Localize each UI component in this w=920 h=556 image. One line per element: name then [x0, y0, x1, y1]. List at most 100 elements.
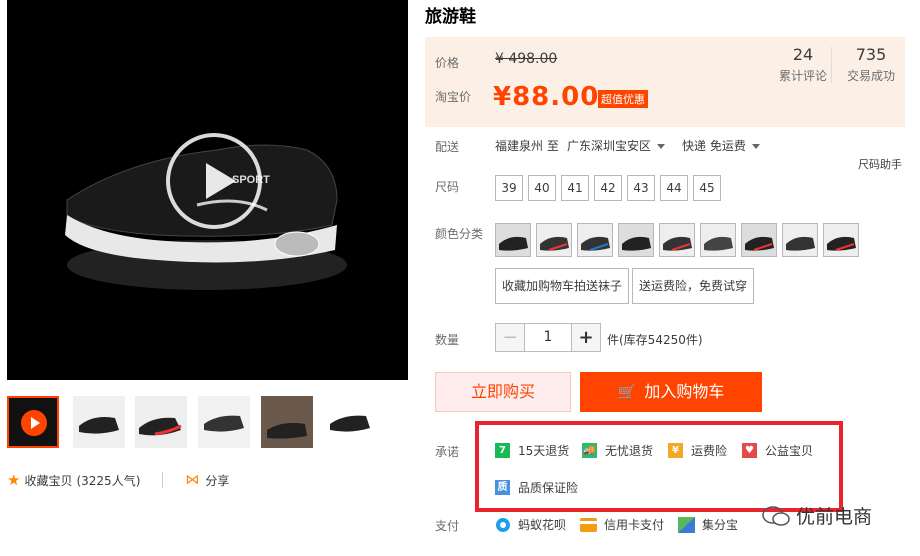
promise-text: 品质保证险 [518, 481, 579, 495]
payment-huabei[interactable]: 蚂蚁花呗 [495, 516, 566, 533]
thumbnail-3[interactable] [135, 396, 187, 448]
promise-worry-free-return[interactable]: 🚚 无忧退货 [582, 442, 653, 459]
payment-jifenbao[interactable]: 集分宝 [678, 516, 738, 533]
promise-charity[interactable]: ♥ 公益宝贝 [742, 442, 813, 459]
payment-credit-card[interactable]: 信用卡支付 [580, 516, 664, 533]
stock-info: 件(库存54250件) [607, 333, 703, 347]
size-option-39[interactable]: 39 [495, 175, 523, 201]
promise-label: 承诺 [435, 445, 460, 459]
size-option-40[interactable]: 40 [528, 175, 556, 201]
promise-15-day-return[interactable]: 7 15天退货 [495, 442, 569, 459]
favorite-link[interactable]: 收藏宝贝 [24, 472, 72, 489]
payment-text: 蚂蚁花呗 [518, 518, 567, 532]
list-price-label: 价格 [435, 56, 460, 70]
watermark-text: 优前电商 [796, 506, 873, 528]
color-option-free-trial[interactable]: 送运费险，免费试穿 [632, 268, 755, 304]
thumbnail-6[interactable] [324, 396, 376, 448]
shipping-from: 福建泉州 至 [495, 139, 559, 153]
price-panel: 价格 ¥ 498.00 淘宝价 ¥88.00 超值优惠 24 累计评论 735 … [425, 37, 905, 127]
color-option-8[interactable] [782, 223, 818, 257]
payment-text: 信用卡支付 [604, 518, 665, 532]
promise-text: 15天退货 [518, 444, 570, 458]
size-option-45[interactable]: 45 [693, 175, 721, 201]
size-option-43[interactable]: 43 [627, 175, 655, 201]
size-option-42[interactable]: 42 [594, 175, 622, 201]
share-link[interactable]: 分享 [205, 472, 229, 489]
favorite-share-row: ★ 收藏宝贝 (3225人气) ⋈ 分享 [7, 470, 229, 490]
jifenbao-icon [678, 516, 695, 533]
color-option-9[interactable] [823, 223, 859, 257]
payment-label: 支付 [435, 519, 460, 533]
chevron-down-icon [751, 144, 760, 149]
color-option-4[interactable] [618, 223, 654, 257]
chevron-down-icon [657, 144, 666, 149]
size-helper-link[interactable]: 尺码助手 [858, 156, 902, 172]
decrement-button[interactable]: − [496, 324, 524, 351]
add-to-cart-label: 加入购物车 [644, 382, 725, 401]
shipping-label: 配送 [435, 140, 460, 154]
thumbnail-2[interactable] [73, 396, 125, 448]
color-option-5[interactable] [659, 223, 695, 257]
review-count: 24 [792, 45, 814, 64]
color-option-6[interactable] [700, 223, 736, 257]
promo-tag: 超值优惠 [598, 90, 648, 108]
return-7-icon: 7 [495, 443, 510, 458]
sales-count: 735 [855, 45, 887, 64]
insurance-icon: ¥ [668, 443, 683, 458]
thumbnail-5[interactable] [261, 396, 313, 448]
buy-now-button[interactable]: 立即购买 [435, 372, 571, 412]
color-option-1[interactable] [495, 223, 531, 257]
promise-text: 无忧退货 [605, 444, 654, 458]
color-option-2[interactable] [536, 223, 572, 257]
share-icon[interactable]: ⋈ [185, 472, 199, 488]
size-label: 尺码 [435, 180, 460, 194]
sales-label: 交易成功 [846, 69, 895, 83]
divider [162, 472, 164, 488]
shipping-destination[interactable]: 广东深圳宝安区 [567, 137, 666, 154]
heart-icon: ♥ [742, 443, 757, 458]
color-option-7[interactable] [741, 223, 777, 257]
review-label: 累计评论 [778, 69, 827, 83]
quantity-stepper: − 1 + [495, 323, 601, 352]
payment-text: 集分宝 [702, 518, 739, 532]
star-icon[interactable]: ★ [7, 471, 20, 489]
credit-card-icon [580, 517, 597, 532]
video-play-icon[interactable] [166, 133, 262, 229]
wechat-icon [762, 505, 790, 526]
cart-icon: 🛒 [617, 383, 637, 401]
color-option-3[interactable] [577, 223, 613, 257]
increment-button[interactable]: + [572, 324, 600, 351]
method-text: 快递 免运费 [682, 139, 746, 153]
quantity-input[interactable]: 1 [524, 324, 572, 351]
add-to-cart-button[interactable]: 🛒 加入购物车 [580, 372, 762, 412]
truck-icon: 🚚 [582, 443, 597, 458]
taobao-price-label: 淘宝价 [435, 90, 472, 104]
watermark: 优前电商 [762, 502, 872, 529]
promise-quality-insurance[interactable]: 质品质保证险 [495, 479, 578, 496]
size-option-41[interactable]: 41 [561, 175, 589, 201]
promise-text: 公益宝贝 [765, 444, 814, 458]
color-option-socks-gift[interactable]: 收藏加购物车拍送袜子 [495, 268, 630, 304]
main-product-image[interactable]: SPORT [7, 0, 408, 380]
video-play-icon [21, 410, 47, 436]
color-label: 颜色分类 [435, 227, 484, 241]
destination-text: 广东深圳宝安区 [567, 139, 652, 153]
thumbnail-4[interactable] [198, 396, 250, 448]
thumbnail-video[interactable] [7, 396, 59, 448]
taobao-price: ¥88.00 [493, 82, 600, 112]
sales-stat[interactable]: 735 交易成功 [841, 45, 901, 84]
review-stat[interactable]: 24 累计评论 [773, 45, 833, 84]
promise-shipping-insurance[interactable]: ¥ 运费险 [668, 442, 727, 459]
promise-text: 运费险 [691, 444, 728, 458]
size-option-44[interactable]: 44 [660, 175, 688, 201]
highlight-box [475, 421, 843, 512]
quality-icon: 质 [495, 480, 510, 495]
list-price: ¥ 498.00 [495, 51, 558, 67]
favorite-count: (3225人气) [76, 473, 141, 488]
product-title: 旅游鞋 [425, 7, 476, 27]
divider [831, 47, 832, 83]
ant-flower-icon [496, 517, 510, 532]
quantity-label: 数量 [435, 333, 460, 347]
shipping-method[interactable]: 快递 免运费 [682, 137, 760, 154]
product-page: SPORT ★ 收藏宝贝 (3225人气) ⋈ 分享 旅游鞋 价格 ¥ 498.… [0, 0, 920, 556]
